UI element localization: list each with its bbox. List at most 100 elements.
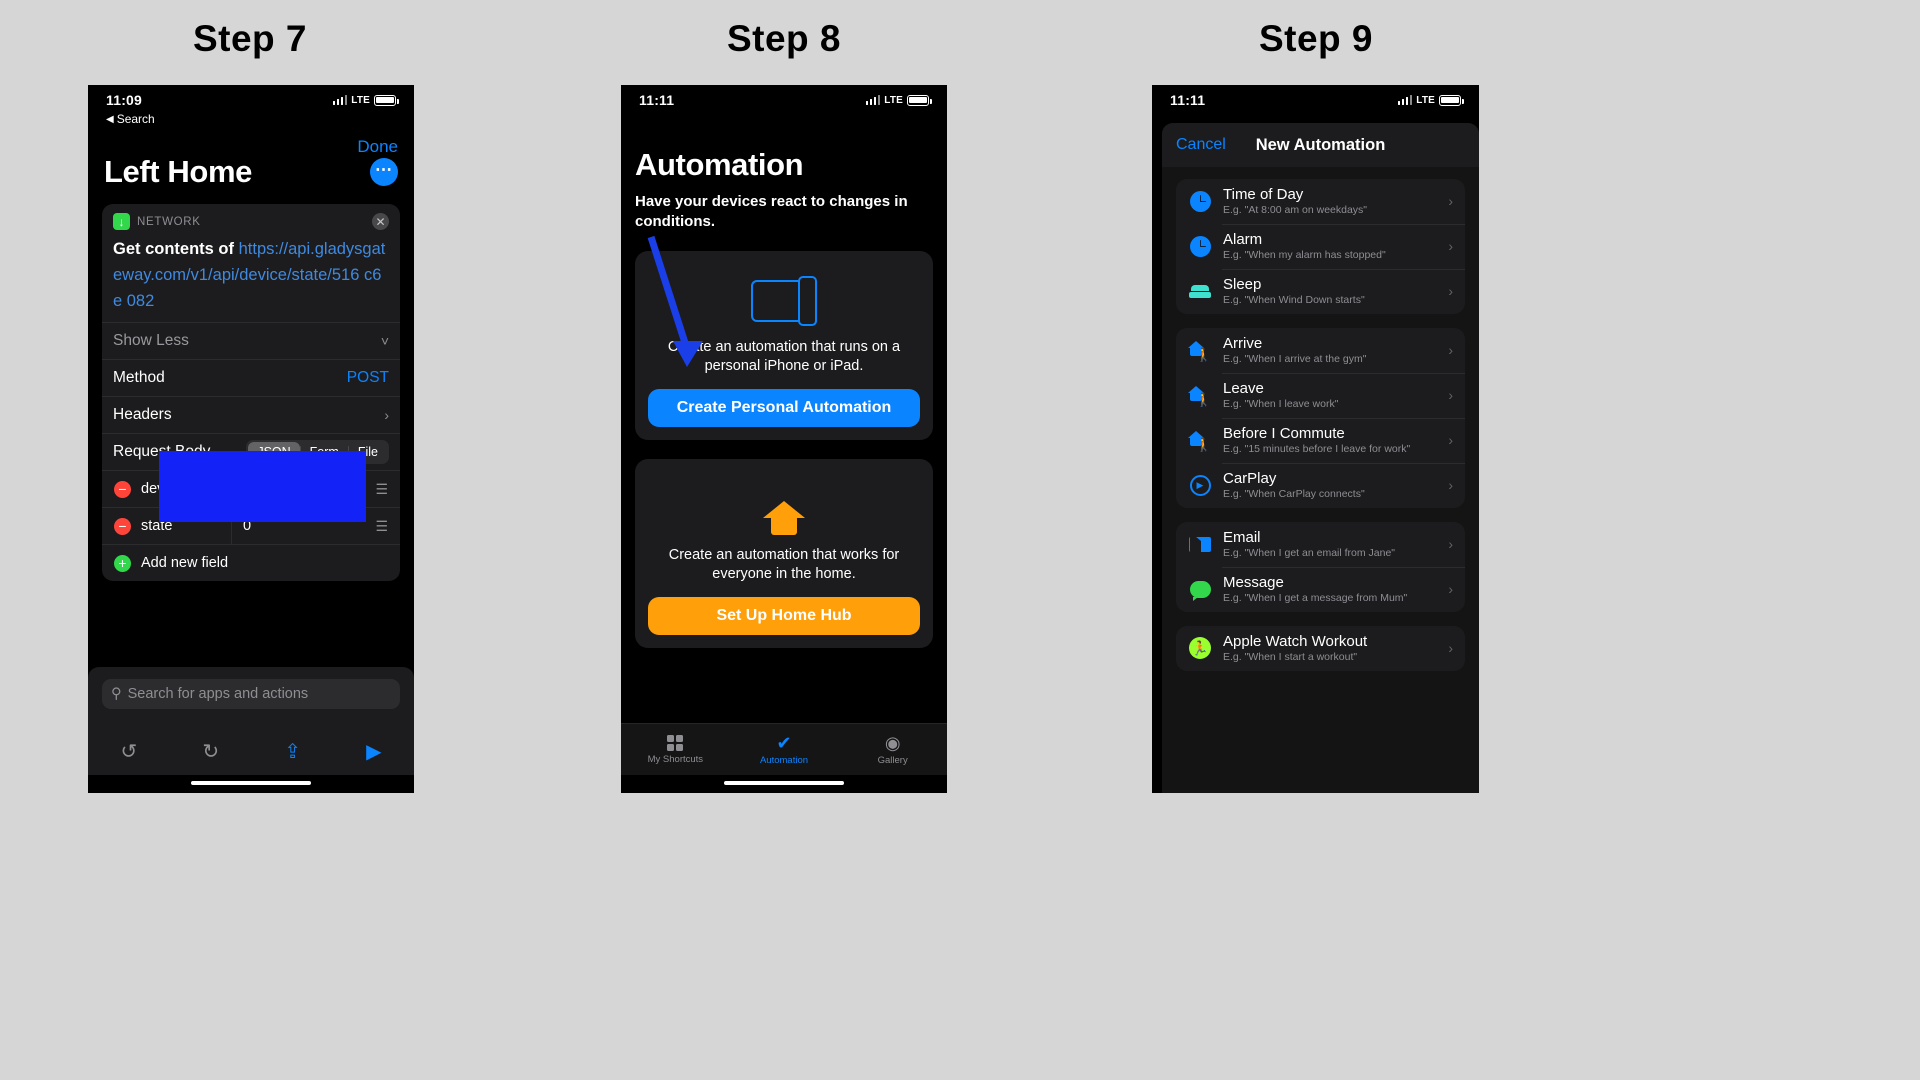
reorder-handle-icon[interactable]: ☰ bbox=[375, 482, 388, 496]
item-name: Leave bbox=[1223, 380, 1264, 397]
battery-icon bbox=[907, 94, 932, 106]
list-item-alarm[interactable]: Alarm E.g. "When my alarm has stopped" › bbox=[1176, 224, 1465, 269]
chevron-right-icon: › bbox=[1448, 283, 1453, 299]
cellular-signal-icon bbox=[865, 95, 881, 105]
step-7-title: Step 7 bbox=[192, 18, 308, 59]
item-example: E.g. "When I get a message from Mum" bbox=[1223, 592, 1408, 604]
item-example: E.g. "When I start a workout" bbox=[1223, 651, 1358, 663]
sheet-bottom-mask bbox=[1162, 775, 1479, 793]
list-item-email[interactable]: Email E.g. "When I get an email from Jan… bbox=[1176, 522, 1465, 567]
clock-icon bbox=[1188, 189, 1212, 213]
carrier-label: LTE bbox=[1416, 94, 1435, 106]
more-options-button[interactable]: ⋯ bbox=[370, 158, 398, 186]
tab-label: Automation bbox=[759, 754, 809, 766]
list-item-apple-watch-workout[interactable]: 🏃 Apple Watch Workout E.g. "When I start… bbox=[1176, 626, 1465, 671]
list-item-leave[interactable]: 🚶 Leave E.g. "When I leave work" › bbox=[1176, 373, 1465, 418]
item-example: E.g. "At 8:00 am on weekdays" bbox=[1223, 204, 1368, 216]
tab-label: My Shortcuts bbox=[647, 753, 704, 765]
item-name: Time of Day bbox=[1223, 186, 1304, 203]
page-title: Automation bbox=[635, 147, 804, 182]
close-icon[interactable]: ✕ bbox=[372, 213, 389, 230]
chevron-down-icon: ˅ bbox=[380, 333, 389, 349]
trigger-group-communication: Email E.g. "When I get an email from Jan… bbox=[1176, 522, 1465, 612]
remove-field-icon[interactable]: − bbox=[114, 480, 131, 498]
chevron-right-icon: › bbox=[1448, 536, 1453, 552]
show-less-row[interactable]: Show Less ˅ bbox=[102, 322, 400, 359]
status-indicators: LTE bbox=[865, 94, 932, 106]
phone-screenshot-step-9: 11:11 LTE Cancel New Automation Time of … bbox=[1152, 85, 1479, 793]
item-name: Email bbox=[1223, 529, 1261, 546]
list-item-arrive[interactable]: 🚶 Arrive E.g. "When I arrive at the gym"… bbox=[1176, 328, 1465, 373]
list-item-carplay[interactable]: ▶ CarPlay E.g. "When CarPlay connects" › bbox=[1176, 463, 1465, 508]
add-new-field-row[interactable]: + Add new field bbox=[102, 544, 400, 581]
new-automation-sheet: Cancel New Automation Time of Day E.g. "… bbox=[1162, 123, 1479, 793]
annotation-arrow bbox=[647, 235, 703, 367]
remove-field-icon[interactable]: − bbox=[114, 517, 131, 535]
page-title: New Automation bbox=[1255, 135, 1386, 154]
battery-icon bbox=[1439, 94, 1464, 106]
phone-screenshot-step-7: 11:09 LTE ◀ Search Done Left Home ⋯ ↓ NE… bbox=[88, 85, 414, 793]
tab-automation[interactable]: ✔ Automation bbox=[730, 724, 839, 775]
cellular-signal-icon bbox=[332, 95, 348, 105]
network-card-header: ↓ NETWORK ✕ bbox=[102, 204, 400, 234]
page-title: Left Home bbox=[104, 154, 252, 189]
share-icon[interactable]: ⇪ bbox=[284, 739, 301, 764]
runner-icon: 🏃 bbox=[1188, 636, 1212, 660]
page-subtitle: Have your devices react to changes in co… bbox=[635, 193, 908, 230]
item-example: E.g. "When I get an email from Jane" bbox=[1223, 547, 1396, 559]
home-indicator bbox=[191, 781, 311, 785]
headers-label: Headers bbox=[113, 406, 172, 423]
personal-automation-card: Create an automation that runs on a pers… bbox=[635, 235, 933, 440]
redo-icon[interactable]: ↻ bbox=[202, 739, 219, 764]
status-indicators: LTE bbox=[1397, 94, 1464, 106]
item-example: E.g. "When Wind Down starts" bbox=[1223, 294, 1365, 306]
play-icon[interactable]: ▶ bbox=[366, 739, 381, 764]
chevron-right-icon: › bbox=[1448, 581, 1453, 597]
trigger-group-fitness: 🏃 Apple Watch Workout E.g. "When I start… bbox=[1176, 626, 1465, 671]
chevron-right-icon: › bbox=[1448, 477, 1453, 493]
list-item-message[interactable]: Message E.g. "When I get a message from … bbox=[1176, 567, 1465, 612]
tab-label: Gallery bbox=[877, 754, 908, 766]
search-icon: ⚲ bbox=[111, 686, 122, 702]
list-item-time-of-day[interactable]: Time of Day E.g. "At 8:00 am on weekdays… bbox=[1176, 179, 1465, 224]
home-walk-icon: 🚶 bbox=[1188, 338, 1212, 362]
carrier-label: LTE bbox=[884, 94, 903, 106]
chevron-right-icon: › bbox=[1448, 432, 1453, 448]
gallery-layers-icon: ◉ bbox=[884, 732, 901, 753]
search-input[interactable]: ⚲ Search for apps and actions bbox=[102, 679, 400, 709]
reorder-handle-icon[interactable]: ☰ bbox=[375, 519, 388, 533]
phone-screenshot-step-8: 11:11 LTE Automation Have your devices r… bbox=[621, 85, 947, 793]
bed-icon bbox=[1188, 279, 1212, 303]
list-item-sleep[interactable]: Sleep E.g. "When Wind Down starts" › bbox=[1176, 269, 1465, 314]
tab-my-shortcuts[interactable]: My Shortcuts bbox=[621, 724, 730, 775]
method-label: Method bbox=[113, 369, 165, 386]
method-value: POST bbox=[346, 369, 389, 386]
status-bar: 11:11 LTE bbox=[1152, 85, 1479, 115]
show-less-label: Show Less bbox=[113, 332, 189, 349]
screenshot-canvas: Step 7 Step 8 Step 9 11:09 LTE ◀ Search … bbox=[0, 0, 1920, 1080]
home-illustration bbox=[648, 474, 920, 544]
home-automation-card: Create an automation that works for ever… bbox=[635, 459, 933, 648]
get-contents-action[interactable]: Get contents of https://api.gladysgatewa… bbox=[102, 234, 400, 322]
list-item-before-i-commute[interactable]: 🚶 Before I Commute E.g. "15 minutes befo… bbox=[1176, 418, 1465, 463]
item-example: E.g. "When I leave work" bbox=[1223, 398, 1339, 410]
add-icon[interactable]: + bbox=[114, 554, 131, 572]
method-row[interactable]: Method POST bbox=[102, 359, 400, 396]
create-personal-automation-button[interactable]: Create Personal Automation bbox=[648, 389, 920, 427]
status-time: 11:11 bbox=[1170, 92, 1206, 108]
item-name: Message bbox=[1223, 574, 1284, 591]
item-example: E.g. "15 minutes before I leave for work… bbox=[1223, 443, 1411, 455]
tab-gallery[interactable]: ◉ Gallery bbox=[838, 724, 947, 775]
editor-toolbar: ↺ ↻ ⇪ ▶ bbox=[88, 727, 414, 775]
headers-row[interactable]: Headers › bbox=[102, 396, 400, 433]
battery-icon bbox=[374, 94, 399, 106]
item-example: E.g. "When my alarm has stopped" bbox=[1223, 249, 1386, 261]
set-up-home-hub-button[interactable]: Set Up Home Hub bbox=[648, 597, 920, 635]
tab-bar: My Shortcuts ✔ Automation ◉ Gallery bbox=[621, 723, 947, 775]
done-button[interactable]: Done bbox=[357, 137, 398, 157]
undo-icon[interactable]: ↺ bbox=[121, 739, 138, 764]
chevron-right-icon: › bbox=[1448, 342, 1453, 358]
item-example: E.g. "When I arrive at the gym" bbox=[1223, 353, 1367, 365]
category-label: NETWORK bbox=[137, 215, 201, 228]
back-caret-icon: ◀ bbox=[106, 113, 114, 125]
